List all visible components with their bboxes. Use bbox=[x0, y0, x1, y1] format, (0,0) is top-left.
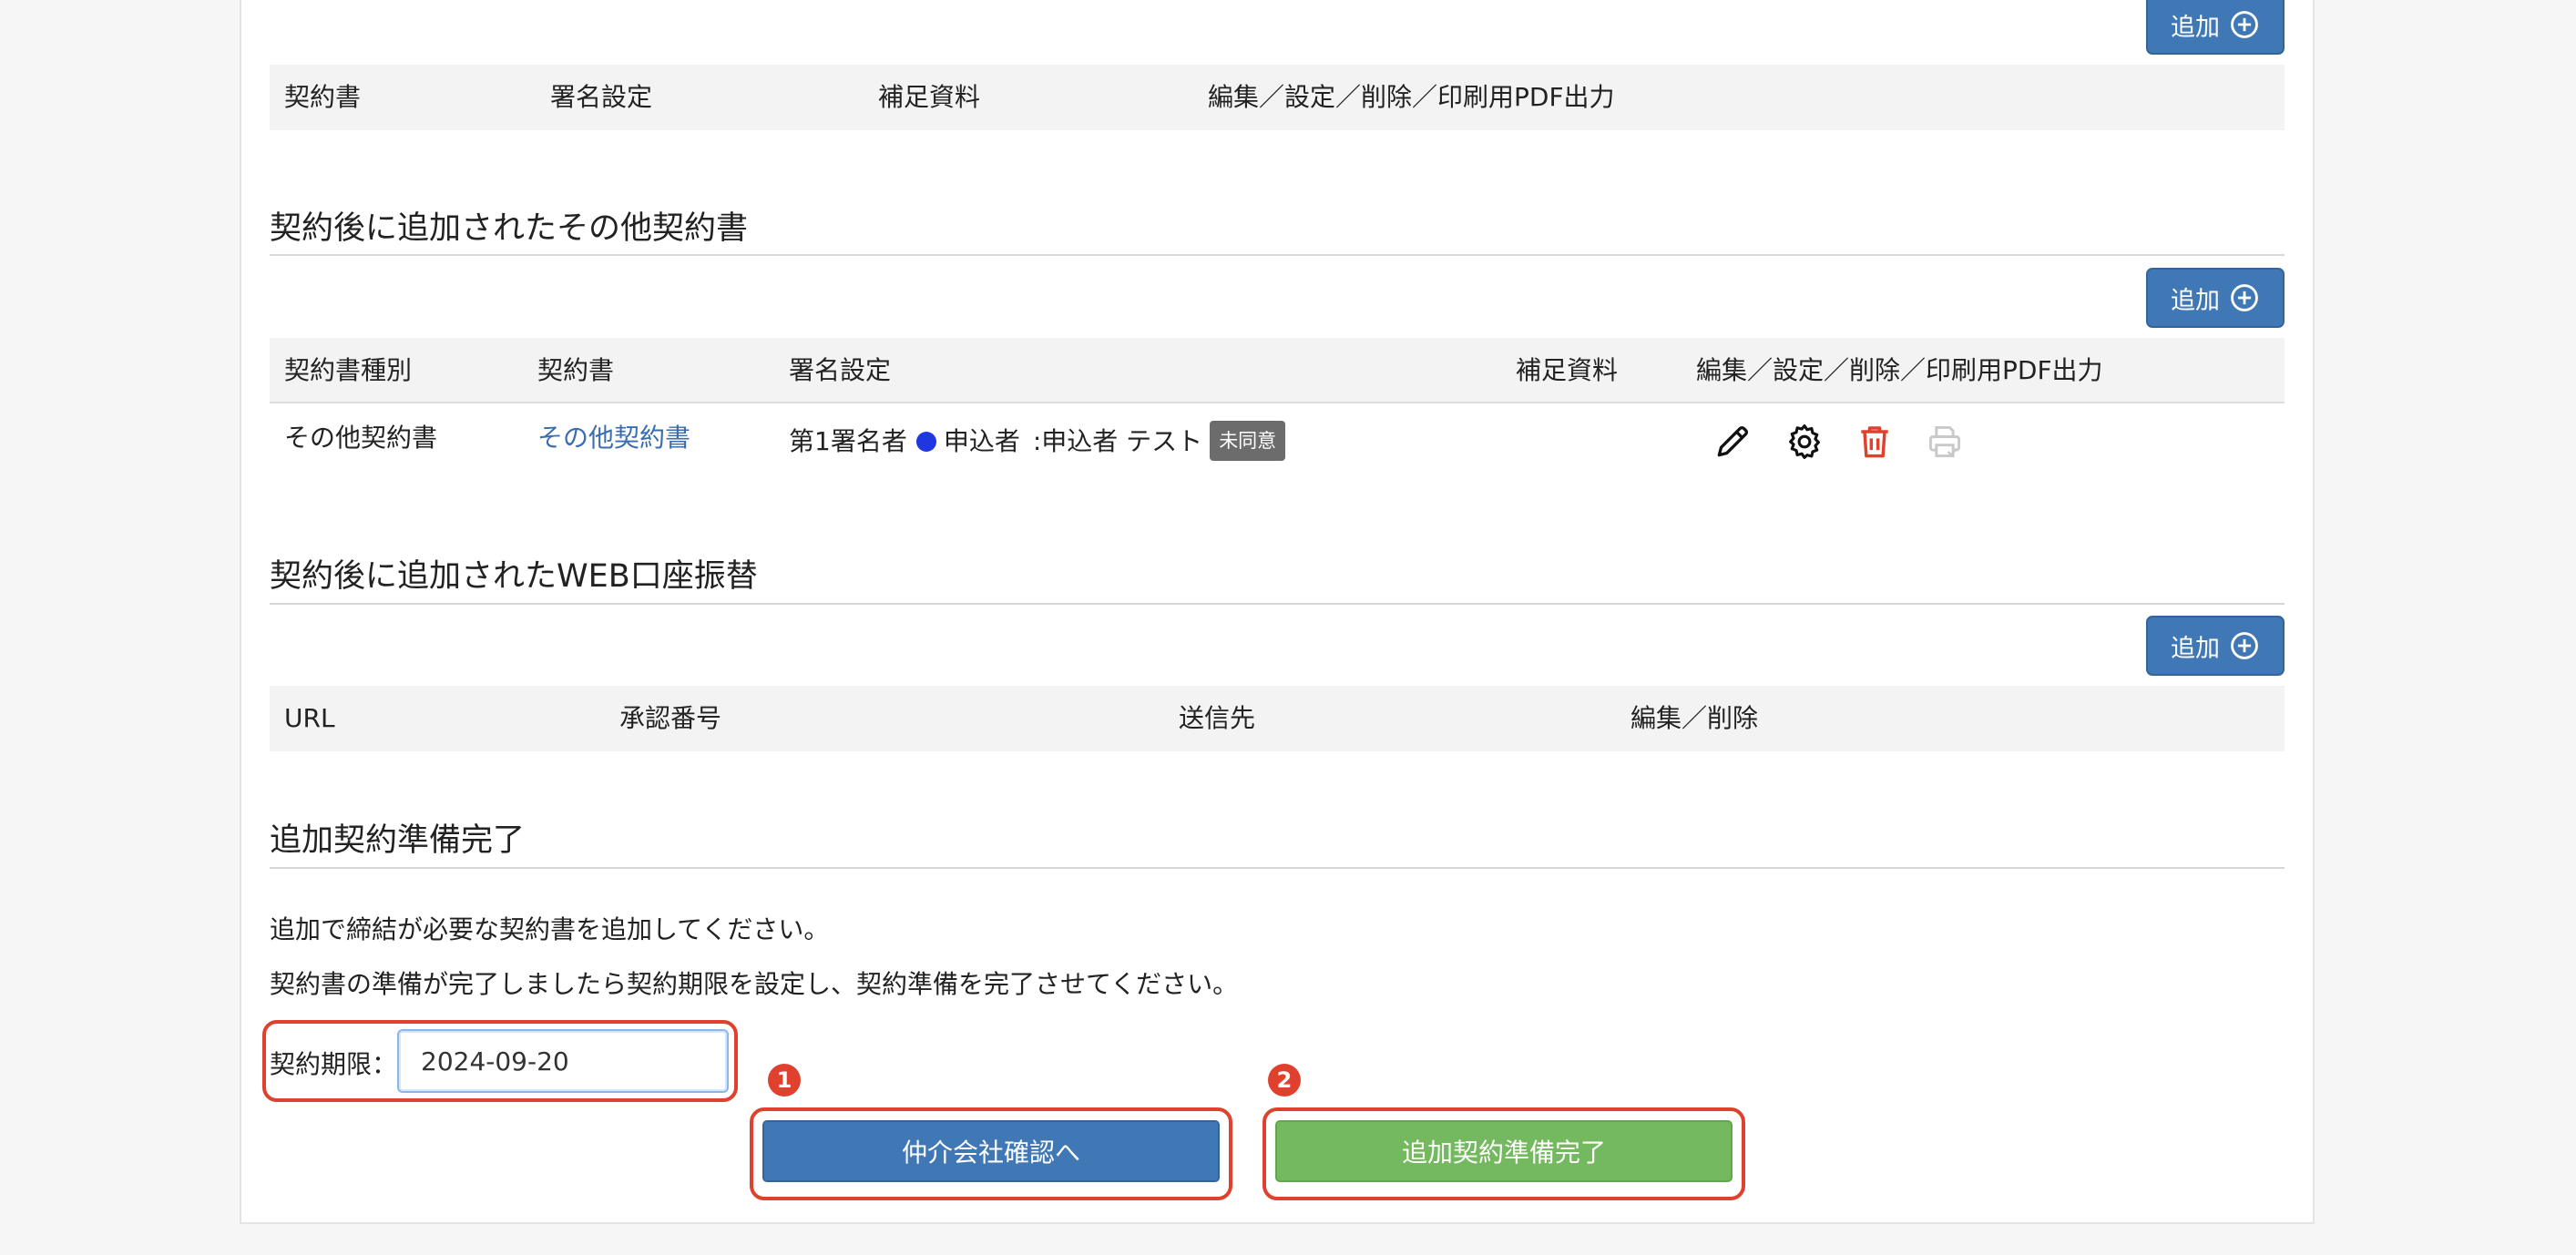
th-edit-delete: 編集／削除 bbox=[1630, 703, 1759, 733]
th-supplementary: 補足資料 bbox=[878, 82, 981, 112]
th-contract: 契約書 bbox=[537, 355, 615, 385]
section-divider bbox=[270, 254, 2285, 256]
printer-icon bbox=[1925, 422, 1965, 462]
signer-role: 申込者 bbox=[943, 426, 1020, 456]
section-divider bbox=[270, 603, 2285, 605]
deadline-label: 契約期限： bbox=[270, 1049, 398, 1079]
th-url: URL bbox=[284, 703, 335, 733]
broker-confirm-button[interactable]: 仲介会社確認へ bbox=[762, 1120, 1220, 1182]
other-contracts-table-header: 契約書種別 契約書 署名設定 補足資料 編集／設定／削除／印刷用PDF出力 bbox=[270, 338, 2285, 403]
section-title-web-transfer: 契約後に追加されたWEB口座振替 bbox=[270, 558, 758, 595]
cell-signature-settings: 第1署名者 申込者 :申込者 テスト 未同意 bbox=[789, 421, 1286, 461]
contract-link[interactable]: その他契約書 bbox=[537, 420, 690, 456]
plus-circle-icon bbox=[2231, 11, 2258, 38]
th-actions: 編集／設定／削除／印刷用PDF出力 bbox=[1696, 355, 2103, 385]
signer-dot-icon bbox=[915, 432, 936, 452]
step-marker-2: 2 bbox=[1268, 1064, 1301, 1097]
cell-contract-type: その他契約書 bbox=[284, 423, 438, 453]
th-approval-number: 承認番号 bbox=[619, 703, 722, 733]
add-contract-button[interactable]: 追加 bbox=[2146, 0, 2285, 55]
th-supplementary: 補足資料 bbox=[1516, 355, 1619, 385]
section-title-completion: 追加契約準備完了 bbox=[270, 822, 526, 859]
signer-name: :申込者 テスト bbox=[1032, 426, 1203, 456]
gear-icon[interactable] bbox=[1784, 422, 1825, 462]
pencil-icon[interactable] bbox=[1712, 422, 1753, 462]
contracts-table-header: 契約書 署名設定 補足資料 編集／設定／削除／印刷用PDF出力 bbox=[270, 65, 2285, 130]
plus-circle-icon bbox=[2231, 632, 2258, 659]
instruction-text-2: 契約書の準備が完了しましたら契約期限を設定し、契約準備を完了させてください。 bbox=[270, 969, 1239, 999]
complete-button[interactable]: 追加契約準備完了 bbox=[1275, 1120, 1733, 1182]
trash-icon[interactable] bbox=[1855, 422, 1895, 462]
th-recipient: 送信先 bbox=[1179, 703, 1256, 733]
instruction-text-1: 追加で締結が必要な契約書を追加してください。 bbox=[270, 914, 830, 944]
th-signature-settings: 署名設定 bbox=[550, 82, 653, 112]
web-transfer-table-header: URL 承認番号 送信先 編集／削除 bbox=[270, 686, 2285, 751]
th-actions: 編集／設定／削除／印刷用PDF出力 bbox=[1208, 82, 1615, 112]
add-web-transfer-button[interactable]: 追加 bbox=[2146, 616, 2285, 676]
th-contract-type: 契約書種別 bbox=[284, 355, 413, 385]
step-marker-1: 1 bbox=[768, 1064, 801, 1097]
deadline-input[interactable] bbox=[397, 1029, 729, 1093]
plus-circle-icon bbox=[2231, 284, 2258, 311]
add-other-contract-button[interactable]: 追加 bbox=[2146, 268, 2285, 328]
th-signature-settings: 署名設定 bbox=[789, 355, 892, 385]
signer-prefix: 第1署名者 bbox=[789, 426, 907, 456]
section-title-other-contracts: 契約後に追加されたその他契約書 bbox=[270, 210, 749, 247]
section-divider bbox=[270, 867, 2285, 869]
status-badge: 未同意 bbox=[1210, 421, 1286, 461]
th-contract: 契約書 bbox=[284, 82, 362, 112]
